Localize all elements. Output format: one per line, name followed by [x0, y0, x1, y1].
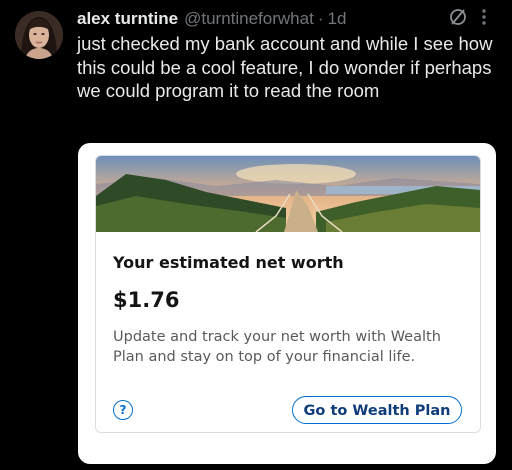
tweet-header: alex turntine @turntineforwhat · 1d: [77, 8, 490, 30]
separator-dot: ·: [317, 9, 324, 28]
attached-image[interactable]: Your estimated net worth $1.76 Update an…: [78, 143, 496, 464]
avatar[interactable]: [15, 11, 63, 59]
tweet-text: just checked my bank account and while I…: [77, 33, 493, 101]
go-to-wealth-plan-button[interactable]: Go to Wealth Plan: [292, 396, 462, 424]
timestamp[interactable]: 1d: [327, 9, 346, 29]
avatar-photo: [15, 11, 63, 59]
net-worth-description: Update and track your net worth with Wea…: [113, 329, 441, 365]
author-handle[interactable]: @turntineforwhat: [184, 9, 314, 29]
tweet: alex turntine @turntineforwhat · 1d just…: [0, 0, 512, 470]
net-worth-value: $1.76: [113, 288, 180, 312]
landscape-banner-image: [96, 156, 480, 232]
grok-icon[interactable]: [448, 7, 468, 27]
more-options-icon[interactable]: [474, 6, 494, 28]
help-icon[interactable]: ?: [113, 400, 133, 420]
net-worth-card: Your estimated net worth $1.76 Update an…: [95, 155, 481, 433]
net-worth-title: Your estimated net worth: [113, 253, 344, 272]
author-name[interactable]: alex turntine: [77, 9, 178, 29]
